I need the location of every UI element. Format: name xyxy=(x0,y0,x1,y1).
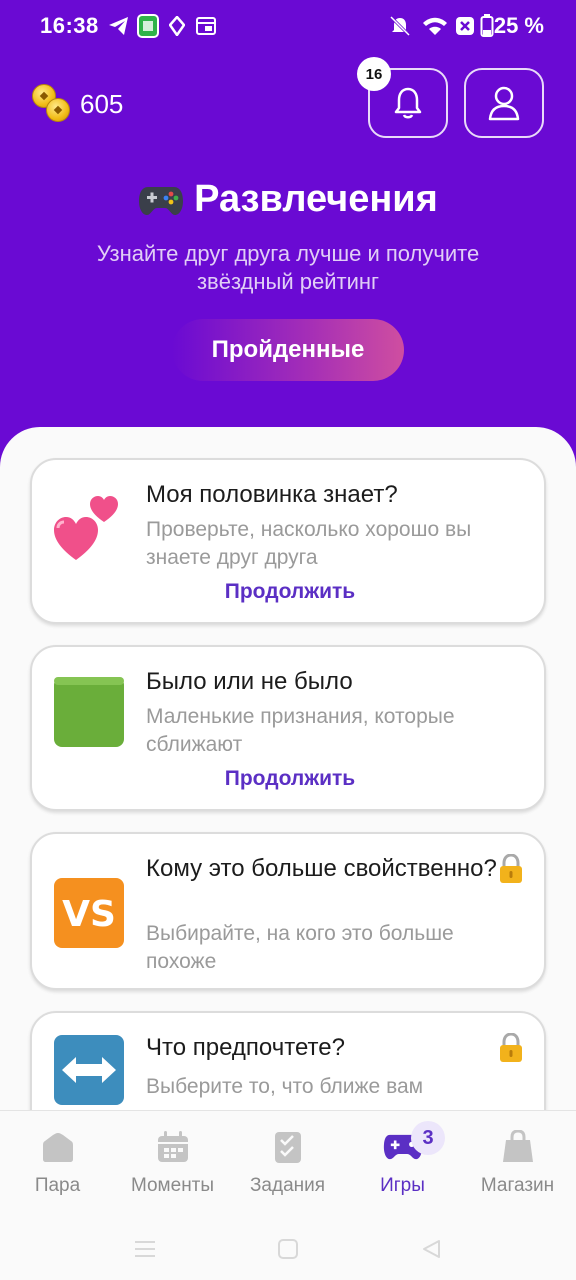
close-box-icon xyxy=(455,14,475,38)
svg-text:VS: VS xyxy=(62,894,116,935)
location-icon xyxy=(168,14,186,38)
calendar-icon xyxy=(195,14,217,38)
system-navigation-bar xyxy=(0,1220,576,1280)
green-square-icon xyxy=(54,677,124,747)
tab-moments[interactable]: Моменты xyxy=(115,1111,230,1221)
notification-count-badge: 16 xyxy=(357,57,391,91)
page-title-text: Развлечения xyxy=(194,178,438,220)
tab-couple[interactable]: Пара xyxy=(0,1111,115,1221)
tab-games[interactable]: Игры 3 xyxy=(345,1111,460,1221)
coin-count: 605 xyxy=(80,88,124,119)
game-description: Проверьте, насколько хорошо вы знаете др… xyxy=(146,518,472,569)
shopping-bag-icon xyxy=(498,1127,538,1167)
home-icon xyxy=(38,1127,78,1167)
game-card-who-is-more-likely[interactable]: VS Кому это больше свойственно? Выбирайт… xyxy=(30,832,546,990)
user-icon xyxy=(488,86,520,121)
game-card-was-or-not[interactable]: Было или не было Маленькие признания, ко… xyxy=(30,645,546,811)
game-title: Было или не было xyxy=(146,668,353,695)
tab-label: Моменты xyxy=(130,1175,215,1196)
continue-button[interactable]: Продолжить xyxy=(32,580,548,604)
tab-label: Пара xyxy=(34,1175,81,1196)
tab-shop[interactable]: Магазин xyxy=(460,1111,575,1221)
two-hearts-icon xyxy=(54,496,118,560)
bell-icon xyxy=(394,87,422,119)
telegram-icon xyxy=(108,14,130,38)
gamepad-icon xyxy=(139,186,184,215)
calendar-icon xyxy=(153,1127,193,1167)
app-icon xyxy=(137,14,159,38)
game-description: Маленькие признания, которые сближают xyxy=(146,705,455,756)
game-description: Выберите то, что ближе вам xyxy=(146,1075,424,1098)
menu-nav-button[interactable] xyxy=(130,1234,160,1264)
game-title: Моя половинка знает? xyxy=(146,481,398,508)
back-triangle-icon xyxy=(423,1240,440,1258)
tab-label: Игры xyxy=(380,1175,425,1196)
page-title: Развлечения xyxy=(0,178,576,221)
tab-label: Магазин xyxy=(480,1175,555,1196)
tab-tasks[interactable]: Задания xyxy=(230,1111,345,1221)
status-bar: 16:38 25 % xyxy=(0,0,576,52)
header: 16:38 25 % 605 16 Развлечения Узнайте др… xyxy=(0,0,576,470)
battery-percent: 25 % xyxy=(493,13,544,38)
lock-icon xyxy=(500,1033,522,1062)
menu-icon xyxy=(135,1241,155,1257)
coin-balance[interactable]: 605 xyxy=(32,84,123,124)
lock-icon xyxy=(500,854,522,883)
mute-icon xyxy=(388,14,412,38)
status-time: 16:38 xyxy=(40,13,99,38)
back-nav-button[interactable] xyxy=(416,1234,446,1264)
continue-button[interactable]: Продолжить xyxy=(32,767,548,791)
bottom-tab-bar: Пара Моменты Задания Игры 3 Магазин xyxy=(0,1110,576,1220)
square-icon xyxy=(278,1239,298,1259)
left-right-arrow-icon xyxy=(54,1035,124,1105)
home-nav-button[interactable] xyxy=(273,1234,303,1264)
page-subtitle: Узнайте друг друга лучше и получите звёз… xyxy=(96,241,480,294)
vs-icon: VS xyxy=(54,878,124,948)
profile-button[interactable] xyxy=(464,68,544,138)
wifi-icon xyxy=(421,14,449,38)
game-title: Что предпочтете? xyxy=(146,1034,345,1061)
coins-icon xyxy=(32,84,74,124)
game-card-my-half-knows[interactable]: Моя половинка знает? Проверьте, наскольк… xyxy=(30,458,546,624)
tab-label: Задания xyxy=(249,1175,326,1196)
game-description: Выбирайте, на кого это больше похоже xyxy=(146,922,454,973)
game-title: Кому это больше свойственно? xyxy=(146,855,497,882)
games-count-badge: 3 xyxy=(411,1121,445,1155)
completed-games-button[interactable]: Пройденные xyxy=(172,319,404,381)
battery-icon xyxy=(480,14,494,38)
checklist-icon xyxy=(268,1127,308,1167)
